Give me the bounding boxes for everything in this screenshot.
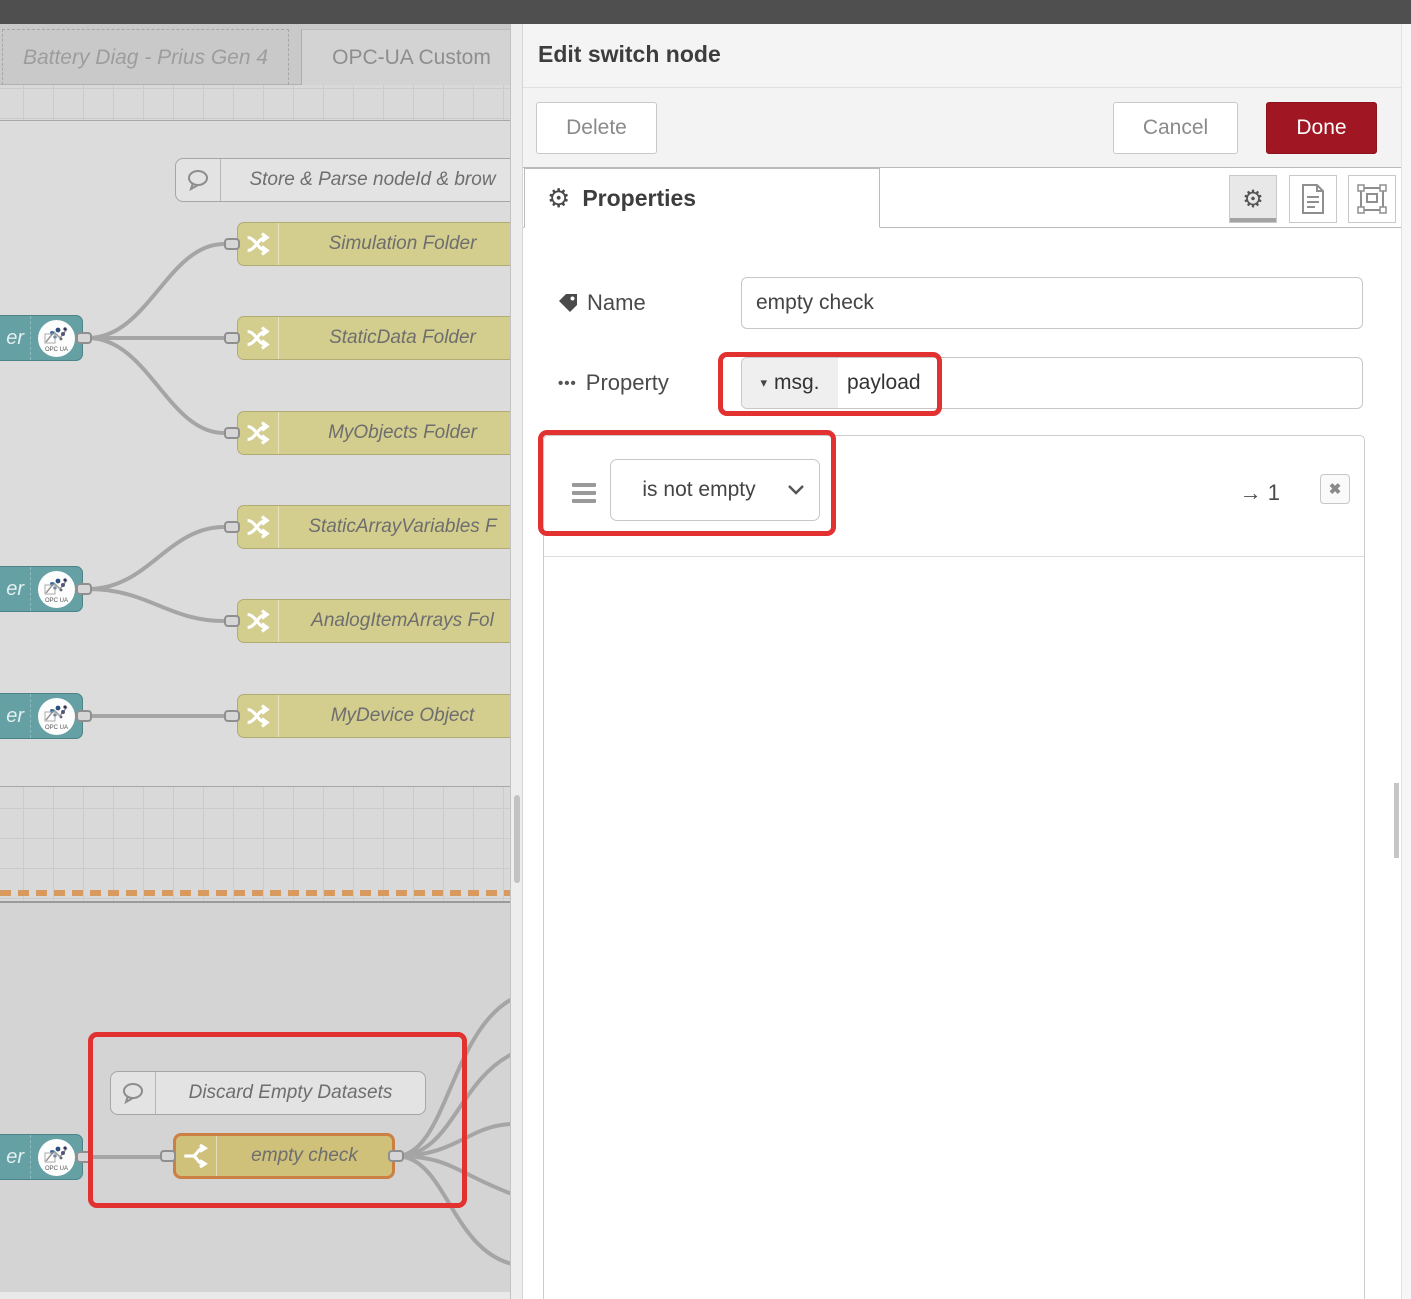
tab-properties[interactable]: ⚙ Properties	[524, 168, 880, 228]
node-label: StaticArrayVariables F	[279, 516, 510, 538]
comment-label: Store & Parse nodeId & brow	[221, 169, 510, 191]
annotation-rect-property	[718, 352, 942, 416]
comment-icon	[176, 159, 221, 201]
canvas-hscroll-gutter[interactable]	[0, 1292, 510, 1299]
switch-node-mydevice-object[interactable]: MyDevice Object	[237, 694, 510, 738]
input-port[interactable]	[224, 521, 240, 533]
name-label: Name	[558, 290, 646, 316]
workspace-tabbar: Battery Diag - Prius Gen 4 OPC-UA Custom	[0, 24, 510, 85]
opcua-icon: OPC UA	[30, 694, 82, 738]
comment-node-store-parse[interactable]: Store & Parse nodeId & brow	[175, 158, 510, 202]
arrow-right-icon: →	[1240, 480, 1262, 505]
opcua-caption: OPC UA	[38, 598, 75, 604]
flow-canvas[interactable]: Store & Parse nodeId & brow Simulation F…	[0, 85, 510, 1299]
close-icon: ✖	[1329, 480, 1342, 498]
input-port[interactable]	[224, 332, 240, 344]
node-label: er	[0, 1146, 30, 1169]
flow-editor: Battery Diag - Prius Gen 4 OPC-UA Custom	[0, 24, 510, 1299]
node-label: MyDevice Object	[279, 705, 510, 727]
output-port[interactable]	[76, 332, 92, 344]
output-port[interactable]	[76, 710, 92, 722]
description-tab-button[interactable]	[1289, 175, 1337, 223]
dots-icon: •••	[558, 375, 577, 392]
opcua-browser-node[interactable]: er OPC UA	[0, 566, 83, 612]
scrollbar-thumb[interactable]	[514, 795, 520, 883]
node-label: er	[0, 578, 30, 601]
input-port[interactable]	[224, 238, 240, 250]
node-label: MyObjects Folder	[279, 422, 510, 444]
property-label: ••• Property	[558, 370, 669, 396]
opcua-icon: OPC UA	[30, 567, 82, 611]
switch-icon	[238, 695, 279, 737]
rules-container: is not empty → 1 ✖	[543, 435, 1365, 1299]
appearance-tab-button[interactable]	[1348, 175, 1396, 223]
document-icon	[1300, 184, 1326, 214]
input-port[interactable]	[224, 615, 240, 627]
input-port[interactable]	[224, 710, 240, 722]
tab-battery-diag[interactable]: Battery Diag - Prius Gen 4	[2, 29, 289, 85]
tab-opcua-custom[interactable]: OPC-UA Custom	[301, 29, 510, 85]
delete-button[interactable]: Delete	[536, 102, 657, 154]
opcua-browser-node[interactable]: er OPC UA	[0, 315, 83, 361]
opcua-caption: OPC UA	[38, 725, 75, 731]
opcua-caption: OPC UA	[38, 1166, 75, 1172]
appearance-icon	[1357, 184, 1387, 214]
node-label: StaticData Folder	[279, 327, 510, 349]
tray-left-scrollbar[interactable]	[510, 24, 522, 1299]
tab-properties-label: Properties	[582, 185, 696, 212]
app-header-bar	[0, 0, 1411, 24]
node-label: Simulation Folder	[279, 233, 510, 255]
annotation-rect-empty-check	[88, 1032, 467, 1208]
dialog-title: Edit switch node	[538, 41, 721, 68]
annotation-rect-rule	[538, 430, 836, 536]
done-button[interactable]: Done	[1266, 102, 1377, 154]
opcua-icon: OPC UA	[30, 316, 82, 360]
output-port[interactable]	[76, 583, 92, 595]
switch-icon	[238, 506, 279, 548]
switch-node-simulation-folder[interactable]: Simulation Folder	[237, 222, 510, 266]
opcua-browser-node[interactable]: er OPC UA	[0, 1134, 83, 1180]
node-label: er	[0, 327, 30, 350]
switch-icon	[238, 412, 279, 454]
switch-icon	[238, 600, 279, 642]
rule-output-indicator: → 1	[1240, 480, 1280, 506]
cancel-button[interactable]: Cancel	[1113, 102, 1238, 154]
opcua-caption: OPC UA	[38, 347, 75, 353]
dialog-button-bar: Delete Cancel Done	[523, 88, 1411, 168]
tag-icon	[558, 293, 578, 313]
node-label: AnalogItemArrays Fol	[279, 610, 510, 632]
name-input[interactable]	[741, 277, 1363, 329]
properties-tab-button[interactable]: ⚙	[1229, 175, 1277, 223]
dialog-scrollbar-thumb[interactable]	[1394, 783, 1399, 858]
edit-switch-node-dialog: Edit switch node Delete Cancel Done ⚙ Pr…	[522, 24, 1411, 1299]
tab-label: OPC-UA Custom	[332, 46, 491, 70]
remove-rule-button[interactable]: ✖	[1320, 474, 1350, 504]
dialog-header: Edit switch node	[523, 24, 1411, 88]
input-port[interactable]	[224, 427, 240, 439]
node-red-app: Battery Diag - Prius Gen 4 OPC-UA Custom	[0, 0, 1411, 1299]
gear-icon: ⚙	[547, 183, 570, 214]
switch-node-myobjects-folder[interactable]: MyObjects Folder	[237, 411, 510, 455]
dialog-right-gutter	[1401, 24, 1411, 1299]
gear-icon: ⚙	[1242, 185, 1264, 214]
switch-icon	[238, 317, 279, 359]
switch-node-staticdata-folder[interactable]: StaticData Folder	[237, 316, 510, 360]
tab-label: Battery Diag - Prius Gen 4	[23, 46, 268, 70]
switch-icon	[238, 223, 279, 265]
rule-output-number: 1	[1268, 480, 1280, 505]
opcua-browser-node[interactable]: er OPC UA	[0, 693, 83, 739]
opcua-icon: OPC UA	[30, 1135, 82, 1179]
node-label: er	[0, 705, 30, 728]
switch-node-analogitemarrays[interactable]: AnalogItemArrays Fol	[237, 599, 510, 643]
switch-node-staticarrayvariables[interactable]: StaticArrayVariables F	[237, 505, 510, 549]
